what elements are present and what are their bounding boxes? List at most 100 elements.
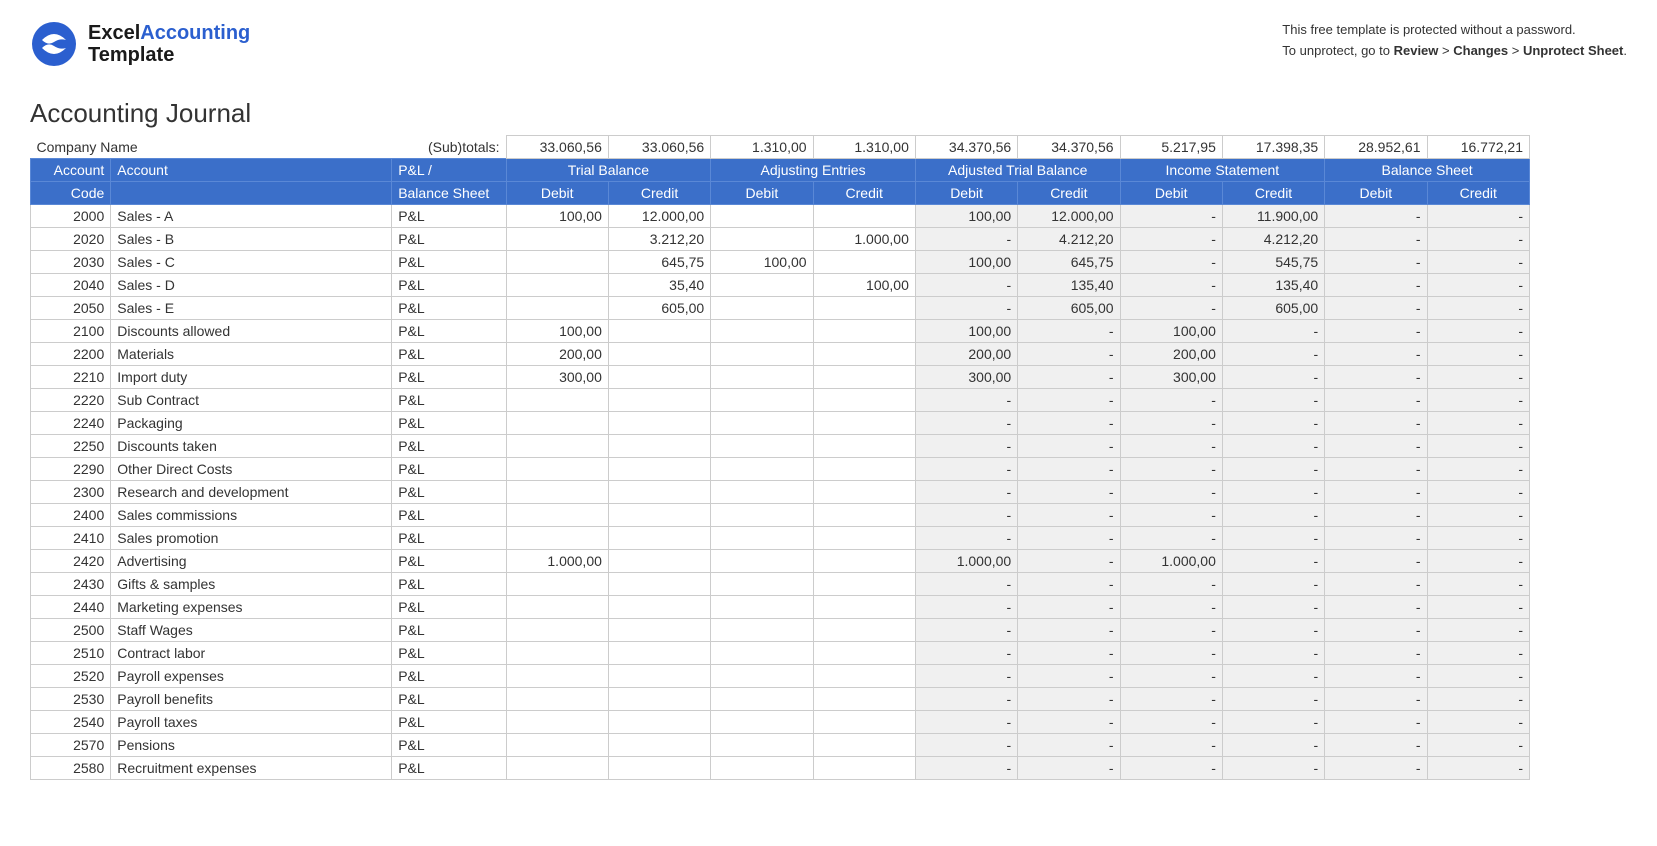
account-code-cell[interactable]: 2100 bbox=[31, 320, 111, 343]
adjusting-debit-cell[interactable] bbox=[711, 711, 813, 734]
adjusted-credit-cell[interactable]: 605,00 bbox=[1018, 297, 1120, 320]
account-code-cell[interactable]: 2520 bbox=[31, 665, 111, 688]
account-code-cell[interactable]: 2580 bbox=[31, 757, 111, 780]
adjusting-debit-cell[interactable] bbox=[711, 527, 813, 550]
income-credit-cell[interactable]: - bbox=[1222, 527, 1324, 550]
adjusted-credit-cell[interactable]: - bbox=[1018, 550, 1120, 573]
adjusted-debit-cell[interactable]: - bbox=[915, 665, 1017, 688]
adjusting-credit-cell[interactable] bbox=[813, 458, 915, 481]
account-type-cell[interactable]: P&L bbox=[392, 297, 506, 320]
adjusted-credit-cell[interactable]: - bbox=[1018, 711, 1120, 734]
trial-balance-debit-cell[interactable] bbox=[506, 573, 608, 596]
adjusted-debit-cell[interactable]: - bbox=[915, 642, 1017, 665]
account-name-cell[interactable]: Sales commissions bbox=[111, 504, 392, 527]
adjusting-credit-cell[interactable] bbox=[813, 665, 915, 688]
balance-debit-cell[interactable]: - bbox=[1325, 435, 1427, 458]
income-credit-cell[interactable]: - bbox=[1222, 573, 1324, 596]
company-name-cell[interactable]: Company Name bbox=[31, 136, 392, 159]
account-name-cell[interactable]: Materials bbox=[111, 343, 392, 366]
adjusted-debit-cell[interactable]: - bbox=[915, 504, 1017, 527]
adjusted-credit-cell[interactable]: - bbox=[1018, 458, 1120, 481]
trial-balance-credit-cell[interactable] bbox=[608, 504, 710, 527]
account-type-cell[interactable]: P&L bbox=[392, 688, 506, 711]
adjusted-debit-cell[interactable]: - bbox=[915, 297, 1017, 320]
account-name-cell[interactable]: Discounts taken bbox=[111, 435, 392, 458]
adjusting-debit-cell[interactable] bbox=[711, 458, 813, 481]
subtotal-cell[interactable]: 5.217,95 bbox=[1120, 136, 1222, 159]
account-type-cell[interactable]: P&L bbox=[392, 596, 506, 619]
account-code-cell[interactable]: 2500 bbox=[31, 619, 111, 642]
balance-credit-cell[interactable]: - bbox=[1427, 205, 1529, 228]
subtotal-cell[interactable]: 1.310,00 bbox=[813, 136, 915, 159]
balance-credit-cell[interactable]: - bbox=[1427, 757, 1529, 780]
income-credit-cell[interactable]: 545,75 bbox=[1222, 251, 1324, 274]
income-credit-cell[interactable]: - bbox=[1222, 320, 1324, 343]
balance-credit-cell[interactable]: - bbox=[1427, 573, 1529, 596]
balance-credit-cell[interactable]: - bbox=[1427, 389, 1529, 412]
adjusting-debit-cell[interactable] bbox=[711, 573, 813, 596]
adjusting-debit-cell[interactable] bbox=[711, 274, 813, 297]
adjusting-credit-cell[interactable] bbox=[813, 619, 915, 642]
account-type-cell[interactable]: P&L bbox=[392, 320, 506, 343]
trial-balance-credit-cell[interactable] bbox=[608, 366, 710, 389]
adjusting-debit-cell[interactable] bbox=[711, 481, 813, 504]
account-code-cell[interactable]: 2210 bbox=[31, 366, 111, 389]
account-type-cell[interactable]: P&L bbox=[392, 228, 506, 251]
balance-debit-cell[interactable]: - bbox=[1325, 274, 1427, 297]
trial-balance-debit-cell[interactable] bbox=[506, 711, 608, 734]
income-credit-cell[interactable]: - bbox=[1222, 389, 1324, 412]
adjusted-credit-cell[interactable]: - bbox=[1018, 757, 1120, 780]
account-type-cell[interactable]: P&L bbox=[392, 481, 506, 504]
adjusting-debit-cell[interactable] bbox=[711, 297, 813, 320]
income-debit-cell[interactable]: - bbox=[1120, 228, 1222, 251]
balance-debit-cell[interactable]: - bbox=[1325, 504, 1427, 527]
income-debit-cell[interactable]: - bbox=[1120, 251, 1222, 274]
trial-balance-credit-cell[interactable] bbox=[608, 343, 710, 366]
account-name-cell[interactable]: Payroll expenses bbox=[111, 665, 392, 688]
balance-debit-cell[interactable]: - bbox=[1325, 343, 1427, 366]
adjusted-debit-cell[interactable]: - bbox=[915, 757, 1017, 780]
adjusted-debit-cell[interactable]: 1.000,00 bbox=[915, 550, 1017, 573]
balance-debit-cell[interactable]: - bbox=[1325, 458, 1427, 481]
trial-balance-credit-cell[interactable]: 645,75 bbox=[608, 251, 710, 274]
income-credit-cell[interactable]: 11.900,00 bbox=[1222, 205, 1324, 228]
adjusted-credit-cell[interactable]: - bbox=[1018, 343, 1120, 366]
subtotal-cell[interactable]: 34.370,56 bbox=[1018, 136, 1120, 159]
income-credit-cell[interactable]: - bbox=[1222, 435, 1324, 458]
balance-debit-cell[interactable]: - bbox=[1325, 389, 1427, 412]
balance-debit-cell[interactable]: - bbox=[1325, 757, 1427, 780]
balance-debit-cell[interactable]: - bbox=[1325, 320, 1427, 343]
adjusted-credit-cell[interactable]: - bbox=[1018, 619, 1120, 642]
adjusting-credit-cell[interactable] bbox=[813, 688, 915, 711]
balance-credit-cell[interactable]: - bbox=[1427, 596, 1529, 619]
subtotal-cell[interactable]: 33.060,56 bbox=[506, 136, 608, 159]
adjusting-debit-cell[interactable] bbox=[711, 389, 813, 412]
balance-debit-cell[interactable]: - bbox=[1325, 297, 1427, 320]
income-credit-cell[interactable]: - bbox=[1222, 412, 1324, 435]
adjusting-debit-cell[interactable]: 100,00 bbox=[711, 251, 813, 274]
account-code-cell[interactable]: 2570 bbox=[31, 734, 111, 757]
balance-credit-cell[interactable]: - bbox=[1427, 366, 1529, 389]
adjusted-credit-cell[interactable]: - bbox=[1018, 642, 1120, 665]
adjusting-debit-cell[interactable] bbox=[711, 665, 813, 688]
adjusting-debit-cell[interactable] bbox=[711, 366, 813, 389]
trial-balance-credit-cell[interactable] bbox=[608, 665, 710, 688]
adjusted-credit-cell[interactable]: - bbox=[1018, 527, 1120, 550]
account-name-cell[interactable]: Sub Contract bbox=[111, 389, 392, 412]
income-debit-cell[interactable]: - bbox=[1120, 458, 1222, 481]
balance-debit-cell[interactable]: - bbox=[1325, 481, 1427, 504]
income-credit-cell[interactable]: 4.212,20 bbox=[1222, 228, 1324, 251]
trial-balance-credit-cell[interactable] bbox=[608, 412, 710, 435]
adjusting-credit-cell[interactable] bbox=[813, 297, 915, 320]
trial-balance-debit-cell[interactable]: 100,00 bbox=[506, 320, 608, 343]
income-debit-cell[interactable]: - bbox=[1120, 389, 1222, 412]
account-code-cell[interactable]: 2020 bbox=[31, 228, 111, 251]
balance-debit-cell[interactable]: - bbox=[1325, 665, 1427, 688]
adjusting-credit-cell[interactable] bbox=[813, 527, 915, 550]
balance-credit-cell[interactable]: - bbox=[1427, 297, 1529, 320]
income-credit-cell[interactable]: - bbox=[1222, 343, 1324, 366]
account-name-cell[interactable]: Staff Wages bbox=[111, 619, 392, 642]
income-credit-cell[interactable]: - bbox=[1222, 550, 1324, 573]
adjusted-credit-cell[interactable]: 135,40 bbox=[1018, 274, 1120, 297]
account-type-cell[interactable]: P&L bbox=[392, 366, 506, 389]
